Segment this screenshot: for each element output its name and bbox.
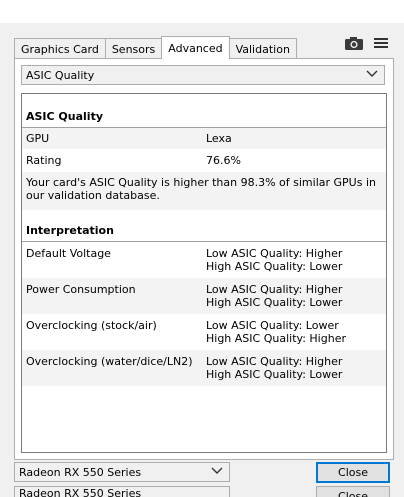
asic-section-title: ASIC Quality [22, 94, 386, 128]
chevron-down-icon [366, 70, 378, 77]
row-value: Low ASIC Quality: Higher High ASIC Qualit… [206, 283, 382, 309]
asic-note: Your card's ASIC Quality is higher than … [22, 172, 386, 210]
tab-advanced[interactable]: Advanced [161, 36, 230, 59]
gpu-z-window: Graphics Card Sensors Advanced Validatio… [0, 0, 404, 497]
tab-graphics-card[interactable]: Graphics Card [14, 38, 106, 59]
row-key: Power Consumption [26, 283, 136, 296]
interp-row-overclocking-water: Overclocking (water/dice/LN2) Low ASIC Q… [22, 350, 386, 386]
interpretation-section-title: Interpretation [22, 210, 386, 242]
row-value-line2: High ASIC Quality: Lower [206, 296, 343, 309]
details-list: ASIC Quality GPU Lexa Rating 76.6% Your … [21, 93, 387, 453]
duplicate-footer-strip: Radeon RX 550 Series Close [0, 484, 404, 497]
title-area [0, 0, 404, 23]
row-value-line2: High ASIC Quality: Lower [206, 260, 343, 273]
row-value: Low ASIC Quality: Higher High ASIC Qualit… [206, 247, 382, 273]
row-value: Low ASIC Quality: Lower High ASIC Quality… [206, 319, 382, 345]
section-select[interactable]: ASIC Quality [21, 65, 385, 85]
row-value-line2: High ASIC Quality: Higher [206, 332, 346, 345]
row-value-line2: High ASIC Quality: Lower [206, 368, 343, 381]
interp-row-overclocking-stock: Overclocking (stock/air) Low ASIC Qualit… [22, 314, 386, 350]
row-key: Default Voltage [26, 247, 111, 260]
row-value-line1: Low ASIC Quality: Lower [206, 319, 339, 332]
tab-sensors[interactable]: Sensors [104, 38, 163, 59]
gpu-select-value: Radeon RX 550 Series [19, 465, 142, 479]
row-value-line1: Low ASIC Quality: Higher [206, 247, 343, 260]
row-key: Overclocking (water/dice/LN2) [26, 355, 193, 368]
row-value-line1: Low ASIC Quality: Higher [206, 283, 343, 296]
interp-row-default-voltage: Default Voltage Low ASIC Quality: Higher… [22, 242, 386, 278]
row-value-line1: Low ASIC Quality: Higher [206, 355, 343, 368]
interp-row-power-consumption: Power Consumption Low ASIC Quality: High… [22, 278, 386, 314]
advanced-panel: ASIC Quality ASIC Quality GPU Lexa Ratin… [14, 58, 394, 460]
hamburger-menu-icon[interactable] [374, 36, 388, 50]
gpu-select-duplicate: Radeon RX 550 Series [14, 486, 230, 497]
row-value: Lexa [206, 132, 232, 145]
info-row-gpu: GPU Lexa [22, 128, 386, 149]
camera-icon[interactable] [343, 35, 365, 51]
row-key: Rating [26, 154, 62, 167]
tab-bar: Graphics Card Sensors Advanced Validatio… [14, 36, 297, 59]
info-row-rating: Rating 76.6% [22, 149, 386, 172]
row-value: Low ASIC Quality: Higher High ASIC Qualit… [206, 355, 382, 381]
gpu-select[interactable]: Radeon RX 550 Series [14, 462, 230, 482]
row-value: 76.6% [206, 154, 241, 167]
tab-validation[interactable]: Validation [228, 38, 297, 59]
row-key: Overclocking (stock/air) [26, 319, 157, 332]
row-key: GPU [26, 132, 50, 145]
section-select-value: ASIC Quality [26, 68, 95, 82]
close-button[interactable]: Close [316, 462, 390, 483]
close-button-duplicate: Close [316, 486, 390, 497]
chevron-down-icon [211, 467, 223, 474]
